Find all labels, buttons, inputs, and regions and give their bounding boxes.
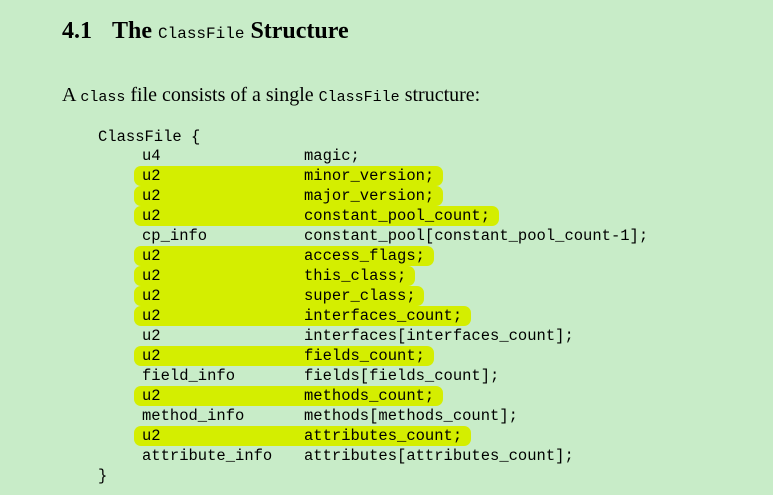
- row-field: constant_pool[constant_pool_count-1];: [304, 227, 649, 245]
- row-type: attribute_info: [142, 447, 273, 465]
- intro-text-2: file consists of a single: [125, 84, 319, 106]
- code-row: u2 methods_count;: [0, 386, 773, 406]
- row-field: constant_pool_count;: [304, 207, 491, 225]
- row-type: u2: [142, 267, 161, 285]
- intro-text-1: A: [62, 84, 81, 106]
- section-number: 4.1: [62, 18, 92, 44]
- code-row: u2 interfaces_count;: [0, 306, 773, 326]
- row-type: u2: [142, 347, 161, 365]
- row-field: fields[fields_count];: [304, 367, 500, 385]
- intro-paragraph: A class file consists of a single ClassF…: [62, 80, 480, 113]
- row-type: u2: [142, 247, 161, 265]
- code-row: method_info methods[methods_count];: [0, 406, 773, 426]
- row-type: u2: [142, 187, 161, 205]
- row-type: u2: [142, 167, 161, 185]
- row-field: interfaces_count;: [304, 307, 463, 325]
- heading-word-structure: Structure: [250, 18, 349, 44]
- row-type: u2: [142, 287, 161, 305]
- row-type: u2: [142, 427, 161, 445]
- row-type: method_info: [142, 407, 245, 425]
- intro-code-class: class: [80, 89, 126, 106]
- section-heading: 4.1 The ClassFile Structure: [62, 14, 349, 51]
- row-type: u2: [142, 327, 161, 345]
- heading-word-the: The: [112, 18, 153, 44]
- code-row: u2 super_class;: [0, 286, 773, 306]
- row-field: attributes_count;: [304, 427, 463, 445]
- row-field: minor_version;: [304, 167, 435, 185]
- code-row: u2 access_flags;: [0, 246, 773, 266]
- code-row: u2 interfaces[interfaces_count];: [0, 326, 773, 346]
- code-row: attribute_info attributes[attributes_coun…: [0, 446, 773, 466]
- row-type: cp_info: [142, 227, 208, 245]
- intro-code-classfile: ClassFile: [318, 89, 400, 106]
- code-row: u2 this_class;: [0, 266, 773, 286]
- code-close-line: }: [98, 467, 108, 485]
- code-open-line: ClassFile {: [98, 128, 201, 146]
- row-field: magic;: [304, 147, 360, 165]
- row-type: u2: [142, 387, 161, 405]
- row-field: major_version;: [304, 187, 435, 205]
- row-field: this_class;: [304, 267, 407, 285]
- row-type: field_info: [142, 367, 236, 385]
- row-type: u2: [142, 207, 161, 225]
- code-row: u2 fields_count;: [0, 346, 773, 366]
- code-row: u2 minor_version;: [0, 166, 773, 186]
- row-field: fields_count;: [304, 347, 425, 365]
- code-row: u2 major_version;: [0, 186, 773, 206]
- row-field: super_class;: [304, 287, 416, 305]
- intro-text-3: structure:: [399, 84, 481, 106]
- code-row: u2 attributes_count;: [0, 426, 773, 446]
- row-field: access_flags;: [304, 247, 425, 265]
- row-field: attributes[attributes_count];: [304, 447, 574, 465]
- code-row: u4 magic;: [0, 146, 773, 166]
- row-type: u4: [142, 147, 161, 165]
- row-field: interfaces[interfaces_count];: [304, 327, 574, 345]
- code-row: u2 constant_pool_count;: [0, 206, 773, 226]
- code-row: cp_info constant_pool[constant_pool_count…: [0, 226, 773, 246]
- row-field: methods[methods_count];: [304, 407, 518, 425]
- row-type: u2: [142, 307, 161, 325]
- heading-code-name: ClassFile: [158, 25, 245, 43]
- code-row: field_info fields[fields_count];: [0, 366, 773, 386]
- row-field: methods_count;: [304, 387, 435, 405]
